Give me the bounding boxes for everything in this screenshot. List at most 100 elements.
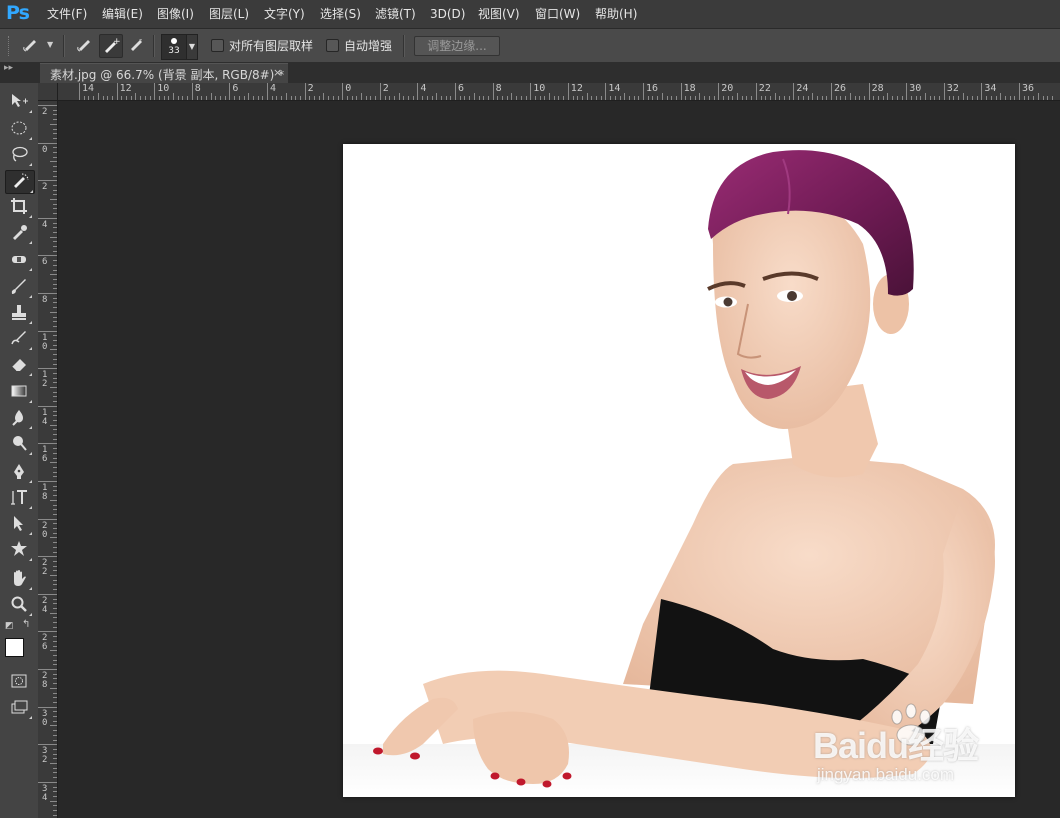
ruler-minor-tick (986, 96, 988, 100)
document-tab-title: 素材.jpg @ 66.7% (背景 副本, RGB/8#) * (50, 68, 285, 82)
ruler-minor-tick (53, 283, 57, 285)
path-selection-tool[interactable] (5, 513, 33, 535)
collapse-panels-icon[interactable]: ▸▸ (4, 63, 13, 73)
ruler-minor-tick (412, 96, 414, 100)
ruler-minor-tick (440, 96, 442, 100)
ruler-minor-tick (558, 96, 560, 100)
menu-type[interactable]: 文字(Y) (264, 0, 305, 28)
ruler-minor-tick (163, 96, 165, 100)
gradient-tool[interactable] (5, 381, 33, 403)
new-selection-icon[interactable] (74, 35, 96, 55)
ruler-h-label: 34 (984, 83, 997, 94)
blur-tool[interactable] (5, 407, 33, 429)
ruler-minor-tick (243, 96, 245, 100)
ruler-minor-tick (422, 96, 424, 100)
subtract-from-selection-icon[interactable]: - (126, 35, 148, 55)
eraser-tool[interactable] (5, 354, 33, 376)
path-select-icon (14, 516, 23, 531)
ruler-minor-tick (271, 96, 273, 100)
ruler-minor-tick (812, 93, 814, 100)
ruler-major-tick (793, 83, 795, 100)
ruler-minor-tick (732, 96, 734, 100)
ruler-minor-tick (50, 424, 57, 426)
menu-view[interactable]: 视图(V) (478, 0, 520, 28)
ruler-minor-tick (144, 96, 146, 100)
crop-icon (11, 198, 27, 214)
ruler-minor-tick (53, 184, 57, 186)
spot-healing-tool[interactable] (5, 249, 33, 271)
brush-picker[interactable]: 33 (161, 34, 187, 60)
eyedropper-tool[interactable] (5, 222, 33, 244)
move-tool[interactable] (5, 91, 33, 113)
ruler-minor-tick (53, 767, 57, 769)
svg-text:-: - (139, 35, 142, 45)
document-canvas[interactable]: Baidu经验 jingyan.baidu.com (343, 144, 1015, 797)
ruler-minor-tick (976, 96, 978, 100)
menu-image[interactable]: 图像(I) (157, 0, 194, 28)
ruler-minor-tick (53, 607, 57, 609)
sample-all-layers-checkbox[interactable] (211, 39, 224, 52)
clone-stamp-tool[interactable] (5, 302, 33, 324)
hand-tool[interactable] (5, 568, 33, 590)
ruler-minor-tick (840, 96, 842, 100)
elliptical-marquee-tool[interactable] (5, 118, 33, 140)
ruler-minor-tick (586, 93, 588, 100)
ruler-minor-tick (187, 96, 189, 100)
ruler-minor-tick (262, 96, 264, 100)
brush-picker-dropdown-icon[interactable]: ▼ (186, 34, 198, 60)
ruler-h-label: 2 (307, 83, 314, 94)
auto-enhance-checkbox[interactable] (326, 39, 339, 52)
ruler-minor-tick (50, 311, 57, 313)
document-tab[interactable]: 素材.jpg @ 66.7% (背景 副本, RGB/8#) * × (40, 63, 288, 84)
type-tool[interactable] (5, 487, 33, 509)
ruler-minor-tick (201, 96, 203, 100)
foreground-color-swatch[interactable] (5, 638, 24, 657)
ruler-minor-tick (53, 316, 57, 318)
menu-help[interactable]: 帮助(H) (595, 0, 637, 28)
dodge-tool[interactable] (5, 433, 33, 455)
menu-3d[interactable]: 3D(D) (430, 0, 465, 28)
zoom-tool[interactable] (5, 594, 33, 616)
lasso-tool[interactable] (5, 144, 33, 166)
default-colors-icon[interactable]: ◩ (5, 621, 14, 631)
options-grip[interactable] (8, 36, 12, 56)
menu-filter[interactable]: 滤镜(T) (375, 0, 416, 28)
menu-edit[interactable]: 编辑(E) (102, 0, 143, 28)
ruler-minor-tick (53, 546, 57, 548)
ruler-minor-tick (53, 156, 57, 158)
horizontal-ruler[interactable]: 14 12 10 8 6 4 2 0 2 4 6 8 10 12 14 16 18 20 22 24 26 28 30 32 3… (38, 83, 1060, 101)
ruler-minor-tick (408, 96, 409, 100)
ruler-minor-tick (107, 96, 109, 100)
ruler-minor-tick (610, 96, 612, 100)
vertical-ruler[interactable]: 2 0 2 4 6 8 10 12 14 16 18 20 22 24 26 28 30 32 34 (38, 100, 58, 818)
ruler-minor-tick (925, 93, 926, 100)
ruler-minor-tick (50, 612, 57, 614)
ruler-major-tick (38, 330, 57, 332)
ruler-minor-tick (760, 96, 762, 100)
menu-select[interactable]: 选择(S) (320, 0, 361, 28)
pen-tool[interactable] (5, 461, 33, 483)
ruler-minor-tick (774, 93, 776, 100)
brush-tool[interactable] (5, 276, 33, 298)
refine-edge-button[interactable]: 调整边缘... (414, 36, 500, 56)
menu-window[interactable]: 窗口(W) (535, 0, 580, 28)
ruler-minor-tick (887, 93, 889, 100)
quick-selection-tool[interactable] (5, 170, 35, 194)
ruler-minor-tick (53, 377, 57, 379)
ruler-origin[interactable] (38, 83, 58, 101)
ruler-minor-tick (699, 93, 701, 100)
ruler-minor-tick (929, 96, 931, 100)
close-tab-icon[interactable]: × (273, 66, 282, 79)
ruler-minor-tick (53, 241, 57, 243)
menu-file[interactable]: 文件(F) (47, 0, 87, 28)
quick-mask-button[interactable] (5, 671, 33, 693)
swap-colors-icon[interactable]: ↰ (22, 619, 30, 630)
history-brush-tool[interactable] (5, 328, 33, 350)
tool-preset-dropdown-icon[interactable]: ▼ (47, 40, 53, 49)
menu-layer[interactable]: 图层(L) (209, 0, 249, 28)
tool-preset-icon[interactable] (20, 35, 42, 55)
custom-shape-tool[interactable] (5, 539, 33, 561)
add-to-selection-button[interactable]: + (99, 34, 123, 58)
screen-mode-button[interactable] (5, 697, 33, 719)
crop-tool[interactable] (5, 196, 33, 218)
